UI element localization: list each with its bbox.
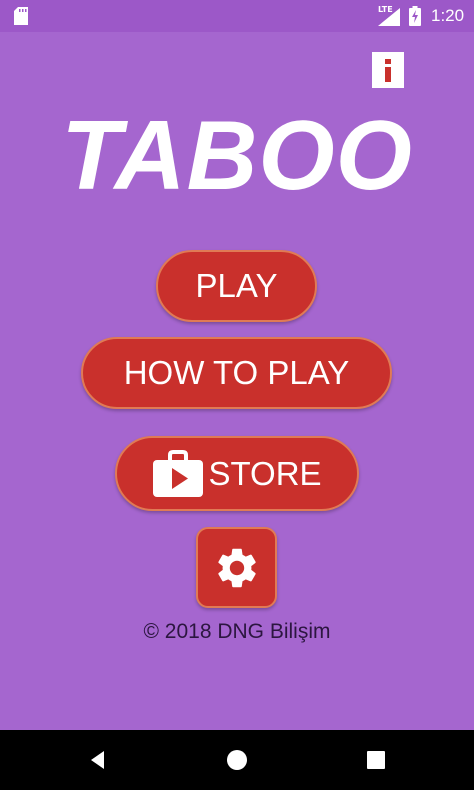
info-icon: [385, 59, 391, 82]
gear-icon: [217, 548, 256, 587]
store-button[interactable]: STORE: [115, 436, 359, 511]
status-bar: LTE 1:20: [0, 0, 474, 32]
info-button[interactable]: [372, 52, 404, 88]
status-time: 1:20: [431, 6, 465, 25]
settings-button[interactable]: [196, 527, 277, 608]
play-button-label: PLAY: [195, 267, 278, 304]
navigation-bar: [0, 730, 474, 790]
how-to-play-button[interactable]: HOW TO PLAY: [81, 337, 392, 409]
home-icon[interactable]: [225, 748, 249, 772]
sd-card-icon: [14, 7, 28, 25]
signal-icon: [378, 8, 400, 26]
store-button-label: STORE: [208, 454, 322, 492]
battery-icon: [409, 6, 421, 26]
how-to-play-button-label: HOW TO PLAY: [123, 354, 350, 391]
store-bag-icon: [153, 449, 204, 497]
play-button[interactable]: PLAY: [156, 250, 317, 322]
copyright-text: © 2018 DNG Bilişim: [143, 620, 331, 643]
recents-icon[interactable]: [364, 748, 388, 772]
back-icon[interactable]: [86, 748, 110, 772]
game-title: TABOO: [61, 100, 413, 210]
